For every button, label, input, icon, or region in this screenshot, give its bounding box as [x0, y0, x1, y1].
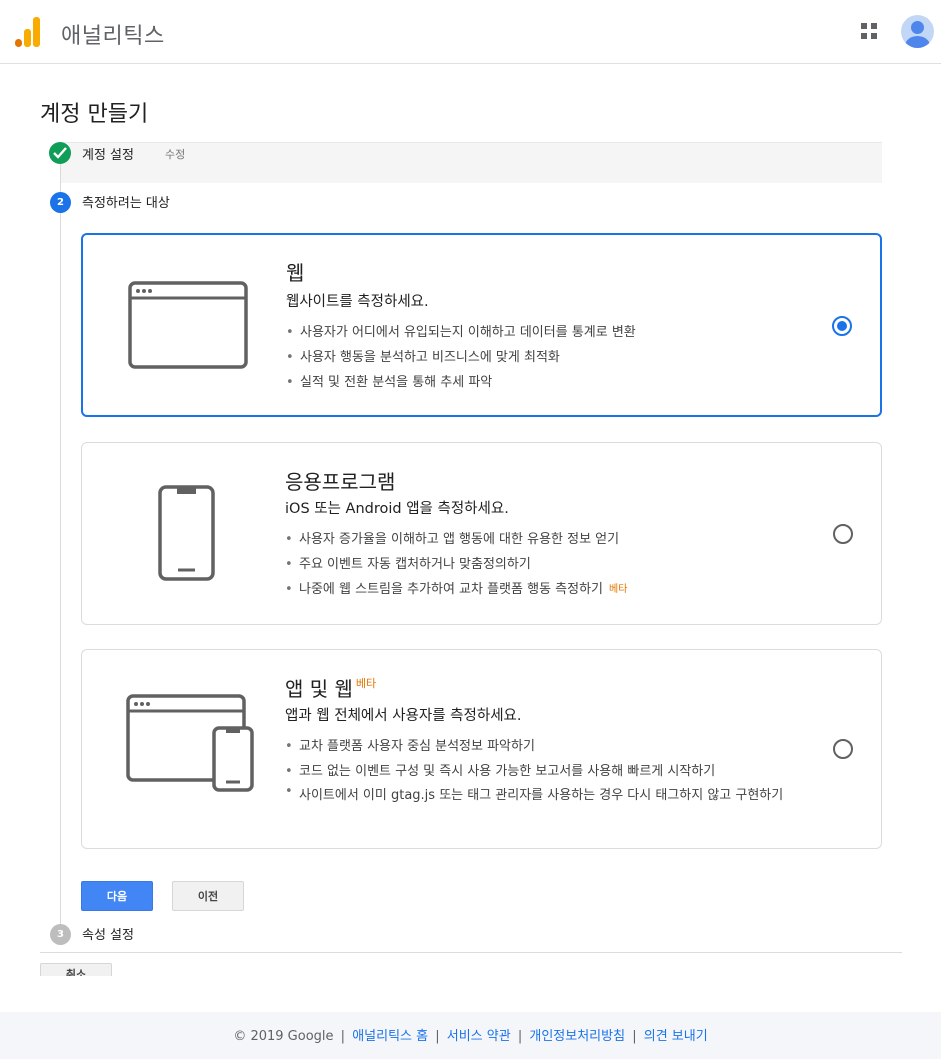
card-bullet-list: 사용자 증가율을 이해하고 앱 행동에 대한 유용한 정보 얻기 주요 이벤트 …: [285, 527, 845, 602]
footer: © 2019 Google | 애널리틱스 홈 | 서비스 약관 | 개인정보처…: [0, 1012, 941, 1059]
card-title-text: 앱 및 웹: [285, 677, 353, 701]
stepper-line: [60, 163, 61, 933]
card-title: 응용프로그램: [285, 470, 396, 494]
footer-link-feedback[interactable]: 의견 보내기: [644, 1029, 708, 1044]
footer-separator: |: [435, 1029, 440, 1044]
card-title: 웹: [286, 261, 305, 285]
radio-app[interactable]: [833, 524, 853, 544]
beta-badge: 베타: [609, 584, 628, 595]
list-item: 교차 플랫폼 사용자 중심 분석정보 파악하기: [285, 734, 830, 759]
option-card-app-and-web[interactable]: 앱 및 웹베타 앱과 웹 전체에서 사용자를 측정하세요. 교차 플랫폼 사용자…: [81, 649, 882, 849]
list-item: 사용자 행동을 분석하고 비즈니스에 맞게 최적화: [286, 345, 846, 370]
divider: [40, 952, 902, 953]
card-subtitle: 앱과 웹 전체에서 사용자를 측정하세요.: [285, 708, 522, 724]
top-app-bar: 애널리틱스: [0, 0, 941, 64]
step-label-account-settings: 계정 설정: [82, 148, 134, 163]
card-title: 앱 및 웹 베타: [285, 673, 376, 702]
footer-separator: |: [340, 1029, 346, 1044]
step-label-property-settings: 속성 설정: [82, 928, 134, 943]
step-number-badge: 2: [50, 192, 71, 213]
cancel-button[interactable]: 취소: [40, 963, 112, 976]
analytics-logo-icon[interactable]: [15, 17, 41, 47]
browser-and-phone-icon: [126, 694, 254, 792]
copyright-text: © 2019 Google: [233, 1029, 334, 1044]
footer-separator: |: [517, 1029, 523, 1044]
next-button[interactable]: 다음: [81, 881, 153, 911]
page-title: 계정 만들기: [40, 102, 149, 127]
radio-app-and-web[interactable]: [833, 739, 853, 759]
footer-separator: |: [632, 1029, 637, 1044]
list-item: 사용자 증가율을 이해하고 앱 행동에 대한 유용한 정보 얻기: [285, 527, 845, 552]
list-item: 사이트에서 이미 gtag.js 또는 태그 관리자를 사용하는 경우 다시 태…: [285, 784, 830, 804]
radio-web[interactable]: [832, 316, 852, 336]
checkmark-icon: [49, 142, 71, 164]
footer-link-terms[interactable]: 서비스 약관: [447, 1029, 511, 1044]
apps-grid-icon[interactable]: [860, 22, 880, 42]
list-item: 사용자가 어디에서 유입되는지 이해하고 데이터를 통계로 변환: [286, 320, 846, 345]
card-subtitle: 웹사이트를 측정하세요.: [286, 294, 429, 310]
list-item: 코드 없는 이벤트 구성 및 즉시 사용 가능한 보고서를 사용해 빠르게 시작…: [285, 759, 830, 784]
edit-step-link[interactable]: 수정: [165, 146, 185, 162]
card-bullet-list: 교차 플랫폼 사용자 중심 분석정보 파악하기 코드 없는 이벤트 구성 및 즉…: [285, 734, 830, 804]
cancel-button-clip: 취소: [40, 963, 112, 976]
step-number-badge: 3: [50, 924, 71, 945]
smartphone-icon: [158, 485, 215, 581]
footer-link-analytics-home[interactable]: 애널리틱스 홈: [352, 1029, 428, 1044]
step-label-measure-target: 측정하려는 대상: [82, 196, 170, 211]
card-bullet-list: 사용자가 어디에서 유입되는지 이해하고 데이터를 통계로 변환 사용자 행동을…: [286, 320, 846, 395]
browser-window-icon: [128, 281, 248, 369]
footer-link-privacy[interactable]: 개인정보처리방침: [529, 1029, 625, 1044]
list-item: 실적 및 전환 분석을 통해 추세 파악: [286, 370, 846, 395]
list-item: 나중에 웹 스트림을 추가하여 교차 플랫폼 행동 측정하기 베타: [285, 577, 845, 602]
list-item-text: 나중에 웹 스트림을 추가하여 교차 플랫폼 행동 측정하기: [299, 582, 604, 597]
previous-button[interactable]: 이전: [172, 881, 244, 911]
option-card-web[interactable]: 웹 웹사이트를 측정하세요. 사용자가 어디에서 유입되는지 이해하고 데이터를…: [81, 233, 882, 417]
list-item: 주요 이벤트 자동 캡처하거나 맞춤정의하기: [285, 552, 845, 577]
beta-badge: 베타: [355, 677, 377, 690]
option-card-app[interactable]: 응용프로그램 iOS 또는 Android 앱을 측정하세요. 사용자 증가율을…: [81, 442, 882, 625]
account-avatar-icon[interactable]: [901, 15, 934, 48]
card-subtitle: iOS 또는 Android 앱을 측정하세요.: [285, 501, 509, 517]
app-title[interactable]: 애널리틱스: [61, 18, 165, 50]
